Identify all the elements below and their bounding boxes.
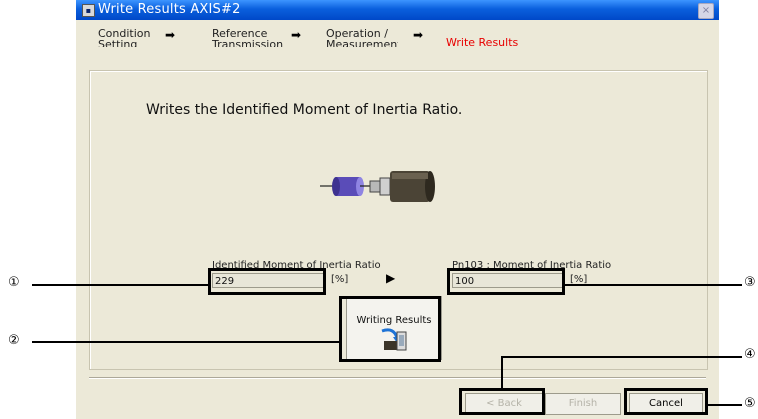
- callout-box-back: [459, 388, 545, 415]
- leader-line-5: [708, 404, 742, 406]
- callout-box-pn103: [447, 268, 565, 295]
- leader-line-2: [32, 341, 339, 343]
- page-heading: Writes the Identified Moment of Inertia …: [146, 102, 463, 118]
- callout-number-1: ①: [8, 275, 20, 290]
- step-arrow-icon: ➡: [165, 28, 176, 42]
- callout-number-4: ④: [744, 347, 756, 362]
- finish-button[interactable]: Finish: [545, 393, 621, 415]
- step-arrow-icon: ➡: [413, 28, 424, 42]
- transfer-arrow-icon: ▶: [386, 271, 396, 285]
- step-write-results: Write Results: [446, 36, 519, 49]
- callout-box-cancel: [624, 388, 708, 415]
- callout-number-5: ⑤: [744, 396, 756, 411]
- window-title: Write Results AXIS#2: [98, 2, 241, 17]
- step-condition-line2: Setting: [98, 39, 138, 47]
- servo-motor-icon: [320, 171, 435, 202]
- step-operation-measurement: Operation / Measurement: [326, 28, 398, 47]
- callout-box-writing: [339, 296, 441, 362]
- step-arrow-icon: ➡: [291, 28, 302, 42]
- leader-line-4-vertical: [501, 356, 503, 388]
- step-reference-transmission: Reference Transmission: [212, 28, 284, 47]
- title-bar: ▪ Write Results AXIS#2 ×: [76, 0, 719, 20]
- callout-box-identified: [208, 268, 326, 295]
- step-operation-line2: Measurement: [326, 39, 398, 47]
- step-reference-line2: Transmission: [212, 39, 284, 47]
- leader-line-3: [565, 284, 742, 286]
- callout-number-3: ③: [744, 275, 756, 290]
- footer-separator: [89, 377, 706, 379]
- leader-line-4: [501, 356, 742, 358]
- callout-number-2: ②: [8, 333, 20, 348]
- app-icon: ▪: [82, 4, 95, 17]
- close-button[interactable]: ×: [698, 3, 714, 19]
- identified-ratio-unit: [%]: [331, 274, 349, 285]
- step-condition-setting: Condition Setting: [98, 28, 151, 47]
- leader-line-1: [32, 284, 208, 286]
